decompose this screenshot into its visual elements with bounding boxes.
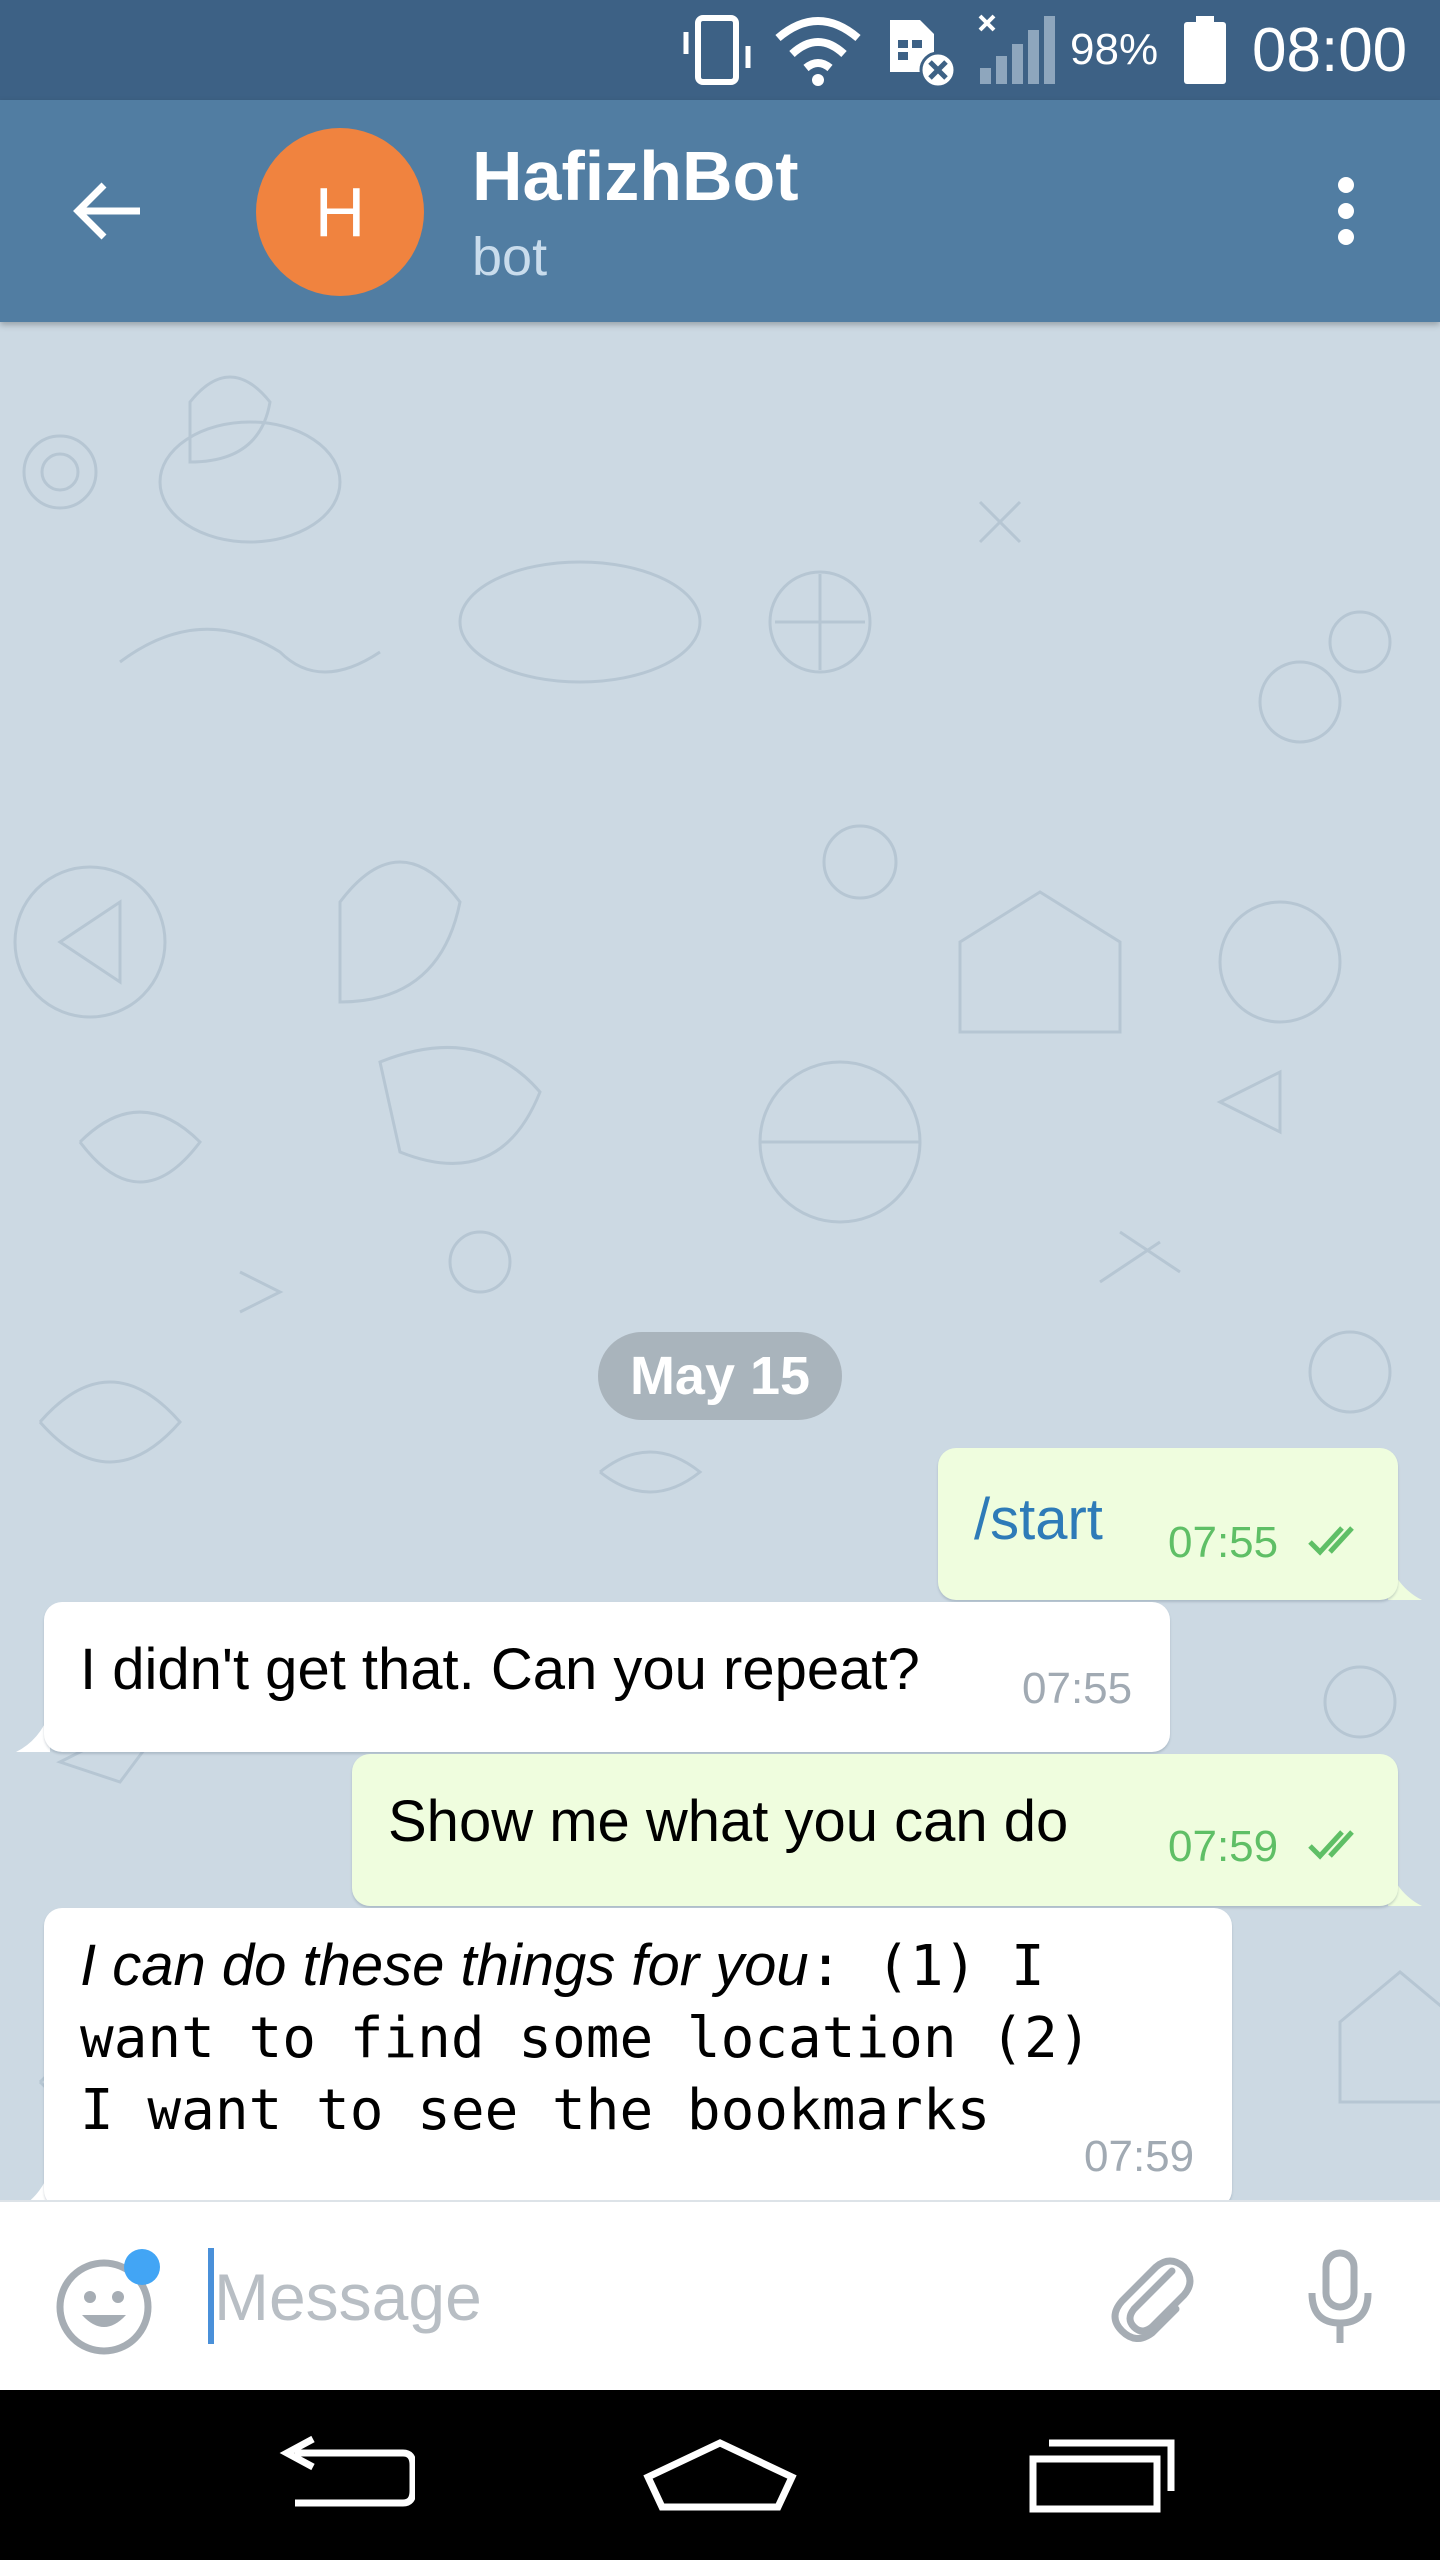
signal-icon xyxy=(974,0,1060,100)
message-time: 07:59 xyxy=(1168,1822,1279,1871)
message-time: 07:55 xyxy=(1022,1664,1133,1713)
message-bubble-outgoing[interactable]: /start 07:55 xyxy=(938,1448,1398,1600)
chat-subtitle: bot xyxy=(472,227,548,287)
wifi-icon xyxy=(772,0,864,100)
double-check-icon xyxy=(1308,1830,1354,1860)
microphone-button[interactable] xyxy=(1290,2247,1390,2347)
message-input-bar xyxy=(0,2200,1440,2390)
back-arrow-icon xyxy=(279,2435,415,2507)
clock: 08:00 xyxy=(1252,15,1408,85)
message-text[interactable]: I didn't get that. Can you repeat? xyxy=(80,1636,920,1703)
message-bubble-incoming[interactable]: I can do these things for you: (1) I wan… xyxy=(44,1908,1232,2200)
avatar[interactable]: H xyxy=(256,128,424,296)
chat-header: H HafizhBot bot xyxy=(0,100,1440,322)
system-navigation-bar xyxy=(0,2390,1440,2560)
message-mono-line: want to find some location (2) xyxy=(80,2006,1092,2071)
nav-home-button[interactable] xyxy=(630,2425,810,2525)
message-bubble-outgoing[interactable]: Show me what you can do 07:59 xyxy=(352,1754,1398,1906)
message-italic-text: I can do these things for you xyxy=(80,1933,809,1998)
more-menu-button[interactable] xyxy=(1290,155,1402,267)
arrow-left-icon xyxy=(73,182,140,240)
recents-icon xyxy=(1029,2439,1175,2513)
message-text[interactable]: Show me what you can do xyxy=(388,1788,1068,1855)
paperclip-icon xyxy=(1111,2257,1194,2342)
battery-percent: 98% xyxy=(1070,25,1159,74)
chat-title[interactable]: HafizhBot xyxy=(472,136,799,216)
kebab-menu-icon xyxy=(1338,177,1354,245)
emoji-button[interactable] xyxy=(50,2247,162,2359)
sim-missing-icon xyxy=(884,0,964,100)
battery-icon xyxy=(1180,0,1230,100)
status-bar: 98% 08:00 xyxy=(0,0,1440,100)
message-mono-line: I want to see the bookmarks xyxy=(80,2078,991,2143)
nav-back-button[interactable] xyxy=(250,2425,430,2525)
date-separator: May 15 xyxy=(598,1332,842,1420)
attach-button[interactable] xyxy=(1100,2247,1200,2347)
double-check-icon xyxy=(1308,1526,1354,1556)
message-input[interactable] xyxy=(214,2242,1014,2352)
message-time: 07:55 xyxy=(1168,1518,1279,1567)
nav-recents-button[interactable] xyxy=(1012,2425,1192,2525)
message-text[interactable]: I can do these things for you: (1) I wan… xyxy=(80,1930,1091,2147)
microphone-icon xyxy=(1308,2249,1372,2343)
chat-area[interactable]: May 15 /start 07:55 I didn't get that. C… xyxy=(0,322,1440,2200)
home-icon xyxy=(643,2439,797,2511)
avatar-letter: H xyxy=(314,173,366,251)
back-button[interactable] xyxy=(52,155,164,267)
smiley-icon xyxy=(56,2249,160,2355)
message-time: 07:59 xyxy=(1084,2132,1195,2181)
message-text[interactable]: /start xyxy=(974,1486,1103,1553)
message-bubble-incoming[interactable]: I didn't get that. Can you repeat? 07:55 xyxy=(44,1602,1170,1752)
vibrate-icon xyxy=(678,0,758,100)
message-mono-text: : (1) I xyxy=(808,1934,1045,1999)
